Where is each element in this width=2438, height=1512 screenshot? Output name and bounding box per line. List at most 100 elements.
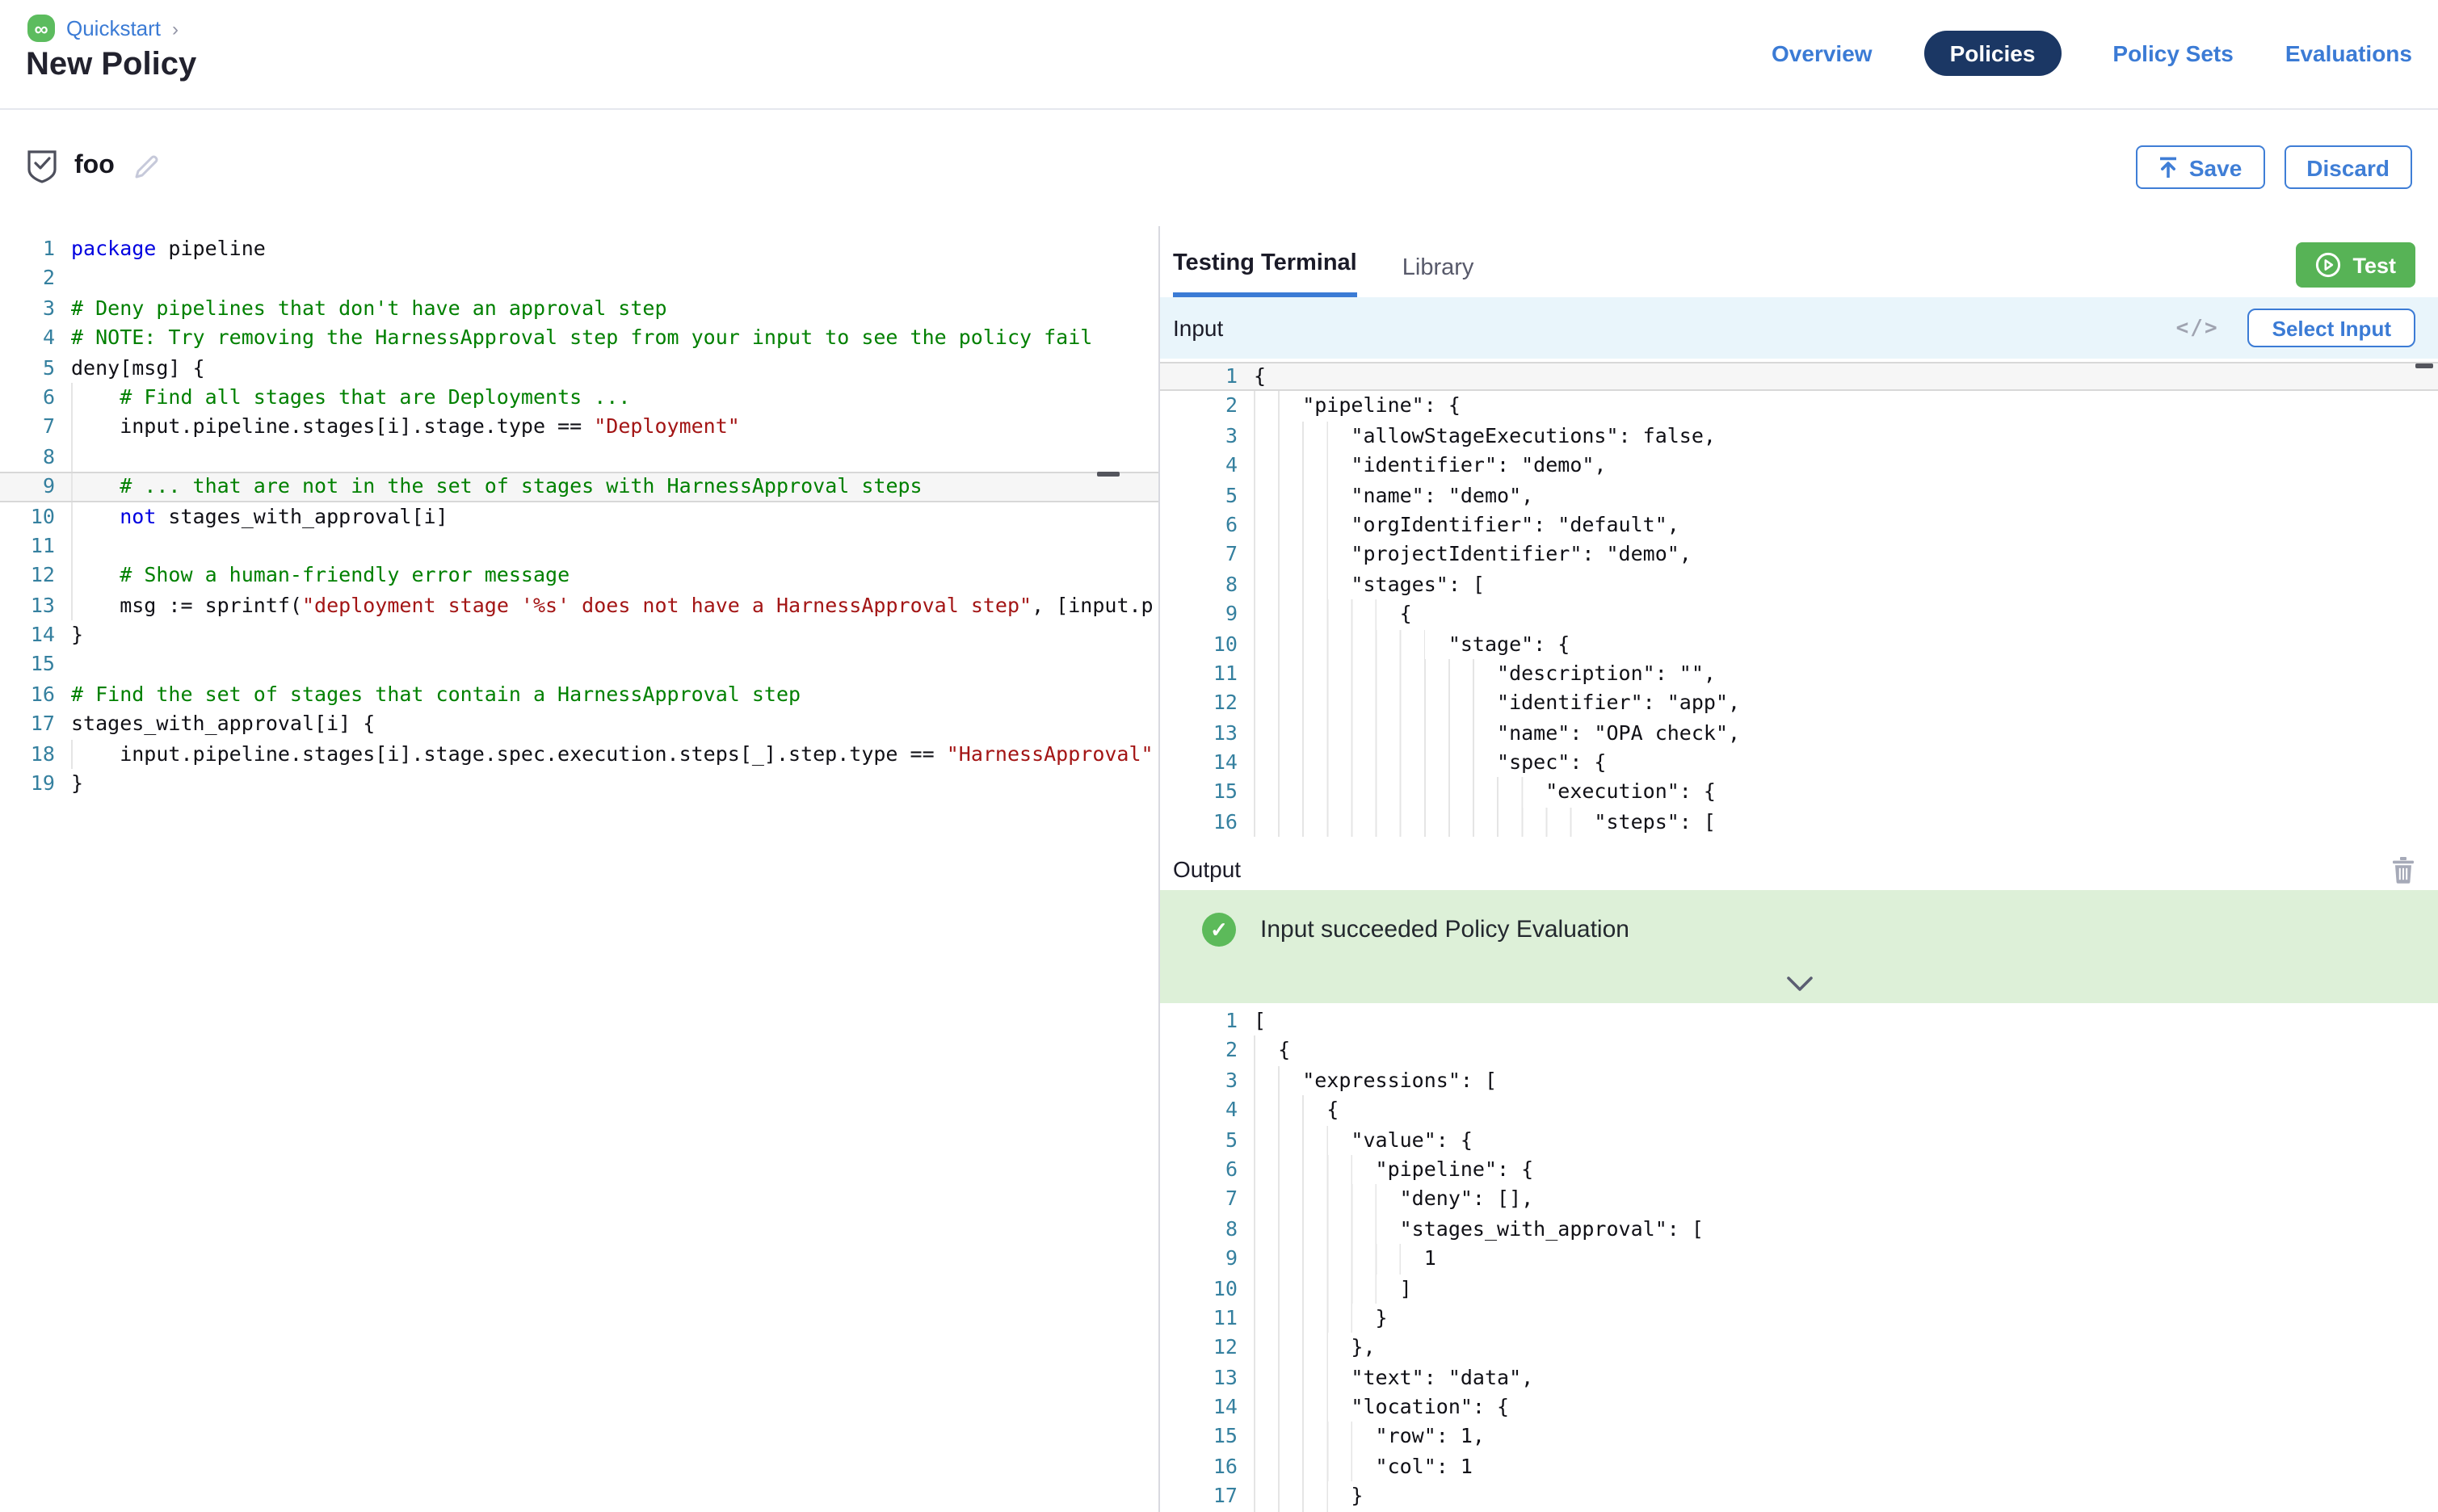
chevron-down-icon[interactable] [1784,976,1814,993]
code-line[interactable]: 14} [0,620,1158,650]
code-line[interactable]: 2 "pipeline": { [1160,392,2438,422]
code-text: "col": 1 [1254,1452,2438,1482]
policy-code-editor[interactable]: 1package pipeline23# Deny pipelines that… [0,234,1158,799]
code-text: { [1254,599,2438,629]
code-line[interactable]: 11 } [1160,1304,2438,1334]
code-line[interactable]: 6 "pipeline": { [1160,1155,2438,1185]
evaluation-result-text: Input succeeded Policy Evaluation [1260,916,1629,943]
code-line[interactable]: 6 "orgIdentifier": "default", [1160,510,2438,540]
code-text [71,442,1158,472]
code-line[interactable]: 16# Find the set of stages that contain … [0,680,1158,710]
nav-tab-policy-sets[interactable]: Policy Sets [2112,40,2233,66]
input-json-editor[interactable]: 1{2 "pipeline": {3 "allowStageExecutions… [1160,362,2438,838]
code-text [71,531,1158,561]
code-line[interactable]: 15 [0,650,1158,680]
code-line[interactable]: 10 not stages_with_approval[i] [0,502,1158,531]
code-line[interactable]: 8 [0,442,1158,472]
code-line[interactable]: 8 "stages": [ [1160,569,2438,599]
output-json-editor[interactable]: 1[2 {3 "expressions": [4 {5 "value": {6 … [1160,1006,2438,1512]
code-line[interactable]: 10 "stage": { [1160,629,2438,659]
code-line[interactable]: 16 "col": 1 [1160,1452,2438,1482]
code-line[interactable]: 17stages_with_approval[i] { [0,710,1158,740]
line-number: 13 [1183,1363,1254,1392]
code-line[interactable]: 4 "identifier": "demo", [1160,451,2438,481]
save-button[interactable]: Save [2136,145,2264,189]
code-line[interactable]: 10 ] [1160,1274,2438,1304]
code-line[interactable]: 14 "location": { [1160,1392,2438,1422]
code-line[interactable]: 12 "identifier": "app", [1160,689,2438,719]
line-number: 5 [0,353,71,383]
code-line[interactable]: 1[ [1160,1006,2438,1036]
line-number: 2 [0,264,71,294]
code-text: "steps": [ [1254,808,2438,838]
code-line[interactable]: 3 "expressions": [ [1160,1066,2438,1096]
edit-pencil-icon[interactable] [131,151,162,182]
code-line[interactable]: 9 # ... that are not in the set of stage… [0,472,1158,502]
tab-library[interactable]: Library [1402,255,1474,297]
policy-toolbar: foo Save Discard [0,110,2438,226]
code-line[interactable]: 5deny[msg] { [0,353,1158,383]
terminal-tabs: Testing Terminal Library Test [1160,226,2438,297]
play-circle-icon [2315,252,2341,278]
code-line[interactable]: 12 }, [1160,1334,2438,1363]
code-line[interactable]: 2 [0,264,1158,294]
code-line[interactable]: 4 { [1160,1095,2438,1125]
code-text: "text": "data", [1254,1363,2438,1392]
output-section-title: Output [1173,856,1241,882]
code-line[interactable]: 13 "name": "OPA check", [1160,718,2438,748]
code-text: # Find the set of stages that contain a … [71,680,1158,710]
code-line[interactable]: 16 "steps": [ [1160,808,2438,838]
code-line[interactable]: 9 { [1160,599,2438,629]
code-line[interactable]: 7 input.pipeline.stages[i].stage.type ==… [0,413,1158,443]
code-line[interactable]: 17 } [1160,1482,2438,1512]
code-text: "projectIdentifier": "demo", [1254,540,2438,570]
line-number: 10 [0,502,71,531]
discard-button[interactable]: Discard [2284,145,2412,189]
line-number: 11 [1183,659,1254,689]
code-text: "stages_with_approval": [ [1254,1214,2438,1244]
line-number: 9 [0,473,71,500]
code-line[interactable]: 5 "name": "demo", [1160,481,2438,510]
code-text: "location": { [1254,1392,2438,1422]
code-line[interactable]: 1{ [1160,362,2438,392]
code-line[interactable]: 18 input.pipeline.stages[i].stage.spec.e… [0,739,1158,769]
nav-tab-evaluations[interactable]: Evaluations [2285,40,2412,66]
code-line[interactable]: 13 "text": "data", [1160,1363,2438,1392]
code-line[interactable]: 11 [0,531,1158,561]
harness-logo-icon[interactable]: ∞ [27,15,55,42]
code-text: "pipeline": { [1254,1155,2438,1185]
code-line[interactable]: 4# NOTE: Try removing the HarnessApprova… [0,323,1158,353]
code-line[interactable]: 8 "stages_with_approval": [ [1160,1214,2438,1244]
clear-output-trash-icon[interactable] [2391,855,2415,883]
code-line[interactable]: 19} [0,769,1158,799]
code-line[interactable]: 14 "spec": { [1160,748,2438,778]
code-view-icon[interactable]: </> [2176,316,2219,340]
code-line[interactable]: 7 "deny": [], [1160,1185,2438,1215]
line-number: 7 [1183,540,1254,570]
upload-icon [2158,156,2178,178]
code-text: "name": "OPA check", [1254,718,2438,748]
code-line[interactable]: 7 "projectIdentifier": "demo", [1160,540,2438,570]
breadcrumb-project-link[interactable]: Quickstart [66,16,161,40]
code-line[interactable]: 1package pipeline [0,234,1158,264]
code-line[interactable]: 12 # Show a human-friendly error message [0,561,1158,591]
line-number: 14 [0,620,71,650]
code-line[interactable]: 5 "value": { [1160,1125,2438,1155]
code-text: not stages_with_approval[i] [71,502,1158,531]
code-line[interactable]: 15 "execution": { [1160,778,2438,808]
line-number: 4 [1183,1095,1254,1125]
tab-testing-terminal[interactable]: Testing Terminal [1173,250,1357,297]
test-button[interactable]: Test [2296,242,2415,288]
code-line[interactable]: 6 # Find all stages that are Deployments… [0,383,1158,413]
code-line[interactable]: 2 { [1160,1036,2438,1066]
code-line[interactable]: 3 "allowStageExecutions": false, [1160,422,2438,452]
save-button-label: Save [2189,154,2242,180]
nav-tab-policies[interactable]: Policies [1924,31,2062,76]
code-line[interactable]: 9 1 [1160,1244,2438,1274]
code-line[interactable]: 3# Deny pipelines that don't have an app… [0,294,1158,324]
code-line[interactable]: 11 "description": "", [1160,659,2438,689]
nav-tab-overview[interactable]: Overview [1772,40,1873,66]
select-input-button[interactable]: Select Input [2248,309,2415,347]
code-line[interactable]: 13 msg := sprintf("deployment stage '%s'… [0,590,1158,620]
code-line[interactable]: 15 "row": 1, [1160,1422,2438,1452]
